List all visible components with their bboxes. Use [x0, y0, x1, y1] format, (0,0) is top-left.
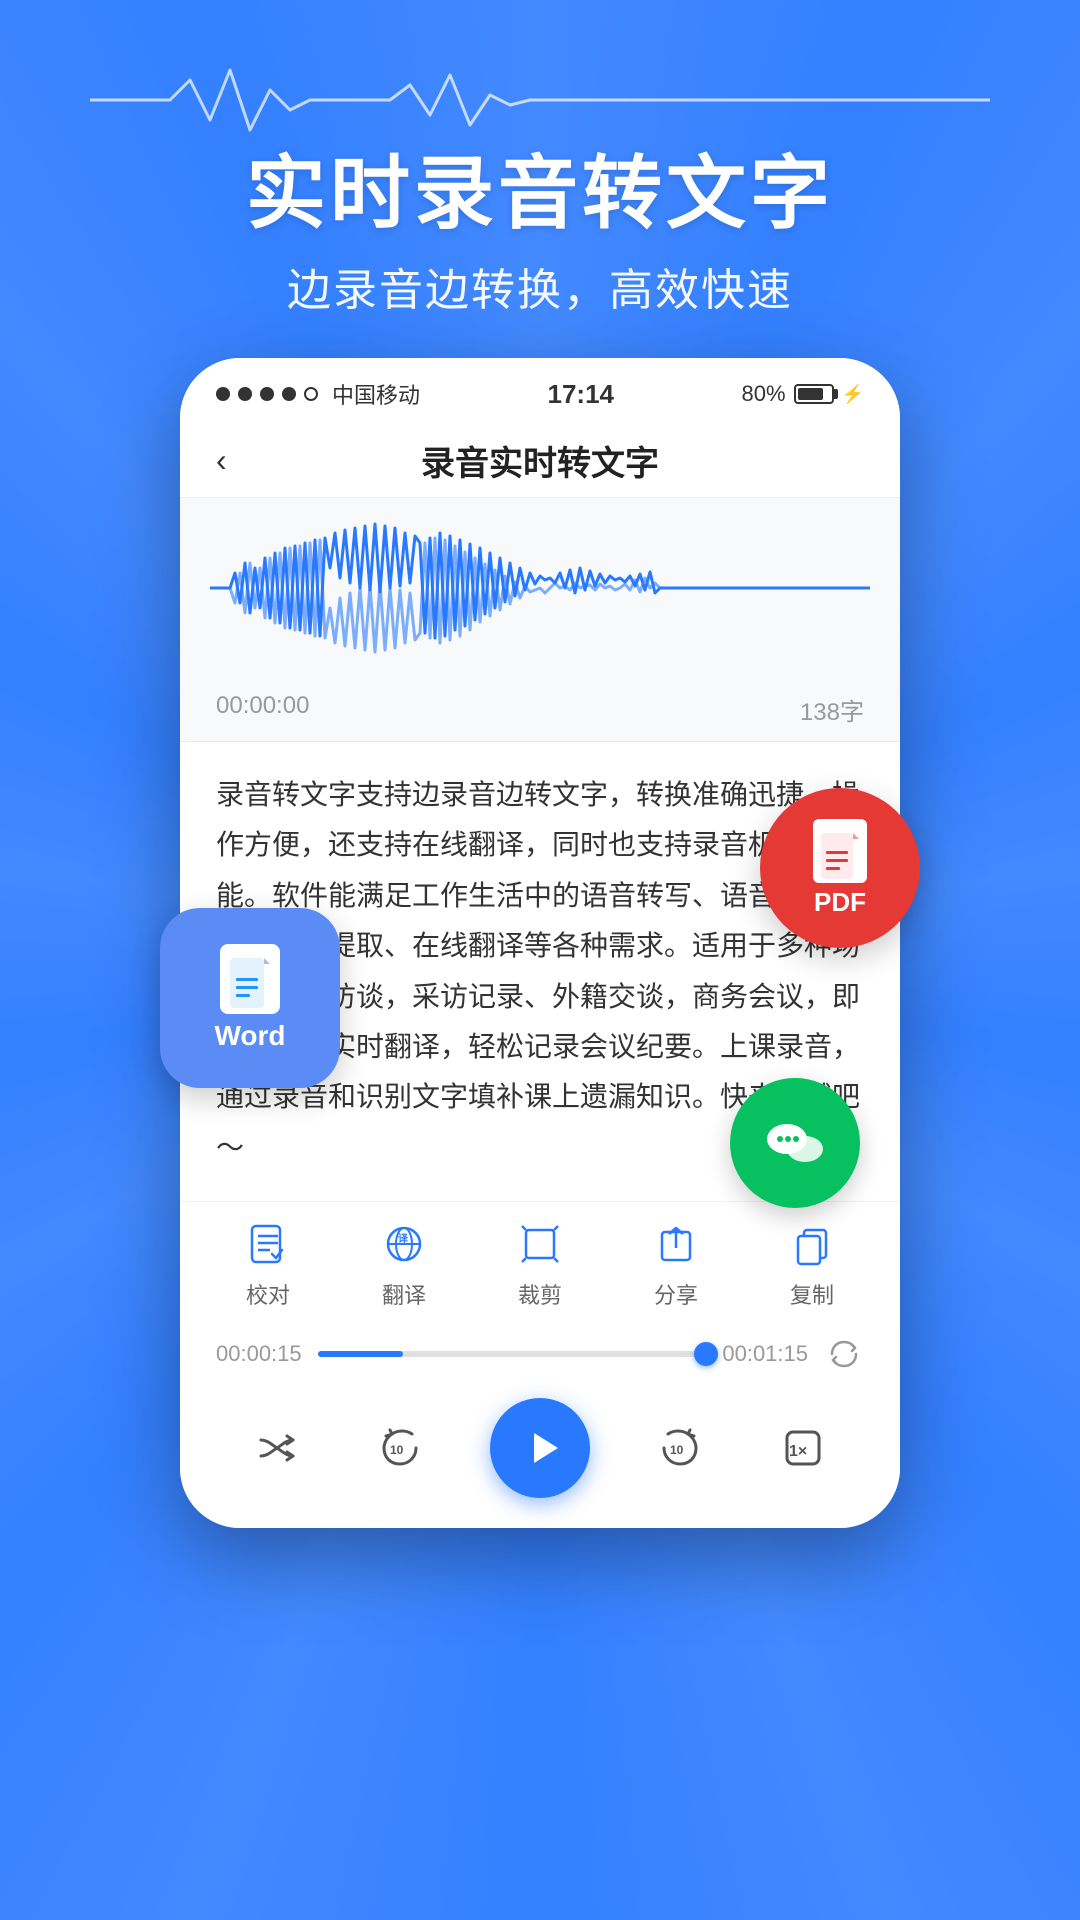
share-icon [650, 1218, 702, 1270]
copy-icon [786, 1218, 838, 1270]
loop-icon[interactable] [824, 1334, 864, 1374]
hero-section: 实时录音转文字 边录音边转换，高效快速 [0, 0, 1080, 318]
tool-copy[interactable]: 复制 [786, 1218, 838, 1310]
waveform-area [180, 498, 900, 678]
play-button[interactable] [490, 1398, 590, 1498]
tool-copy-label: 复制 [790, 1278, 834, 1310]
timer-row: 00:00:00 138字 [180, 678, 900, 742]
app-title: 录音实时转文字 [421, 436, 659, 485]
pdf-badge[interactable]: PDF [760, 788, 920, 948]
battery-percent: 80% [742, 381, 786, 407]
recording-timer: 00:00:00 [216, 692, 309, 727]
word-badge[interactable]: Word [160, 908, 340, 1088]
pdf-doc-icon [813, 819, 867, 883]
progress-time-end: 00:01:15 [722, 1341, 808, 1367]
tool-crop[interactable]: 裁剪 [514, 1218, 566, 1310]
pdf-badge-label: PDF [814, 887, 866, 918]
tool-translate-label: 翻译 [382, 1278, 426, 1310]
forward-10s-button[interactable]: 10 [648, 1416, 712, 1480]
signal-dot-4 [282, 387, 296, 401]
tool-proofread-label: 校对 [246, 1278, 290, 1310]
signal-area: 中国移动 [216, 378, 420, 410]
battery-icon [794, 384, 834, 404]
tool-share-label: 分享 [654, 1278, 698, 1310]
playback-controls: 10 10 [180, 1388, 900, 1528]
signal-dot-5 [304, 387, 318, 401]
char-count: 138字 [800, 692, 864, 727]
app-header: ‹ 录音实时转文字 [180, 420, 900, 498]
wechat-badge[interactable] [730, 1078, 860, 1208]
progress-thumb[interactable] [694, 1342, 718, 1366]
signal-dot-3 [260, 387, 274, 401]
tool-share[interactable]: 分享 [650, 1218, 702, 1310]
edit-check-icon [242, 1218, 294, 1270]
phone-mockup-container: Word PDF [0, 358, 1080, 1528]
signal-dot-1 [216, 387, 230, 401]
wechat-icon [755, 1103, 835, 1183]
time-display: 17:14 [548, 379, 615, 410]
carrier-label: 中国移动 [332, 378, 420, 410]
progress-area: 00:00:15 00:01:15 [180, 1320, 900, 1388]
svg-text:10: 10 [670, 1443, 684, 1457]
rewind-10s-button[interactable]: 10 [368, 1416, 432, 1480]
charging-icon: ⚡ [842, 384, 864, 405]
progress-time-start: 00:00:15 [216, 1341, 302, 1367]
tool-crop-label: 裁剪 [518, 1278, 562, 1310]
heartbeat-decoration [0, 60, 1080, 140]
waveform-svg [210, 518, 870, 658]
tool-proofread[interactable]: 校对 [242, 1218, 294, 1310]
hero-subtitle: 边录音边转换，高效快速 [0, 254, 1080, 318]
speed-button[interactable]: 1× [771, 1416, 835, 1480]
progress-track[interactable] [318, 1351, 707, 1357]
battery-area: 80% ⚡ [742, 381, 864, 407]
signal-dot-2 [238, 387, 252, 401]
svg-text:译: 译 [398, 1232, 409, 1245]
back-button[interactable]: ‹ [216, 442, 227, 479]
svg-text:1×: 1× [789, 1443, 807, 1460]
svg-text:10: 10 [390, 1443, 404, 1457]
translate-icon: 译 [378, 1218, 430, 1270]
crop-icon [514, 1218, 566, 1270]
word-badge-label: Word [214, 1020, 285, 1052]
hero-title: 实时录音转文字 [0, 150, 1080, 238]
tool-translate[interactable]: 译 翻译 [378, 1218, 430, 1310]
status-bar: 中国移动 17:14 80% ⚡ [180, 358, 900, 420]
word-doc-icon [220, 944, 280, 1014]
shuffle-button[interactable] [245, 1416, 309, 1480]
battery-fill [798, 388, 824, 400]
progress-fill [318, 1351, 404, 1357]
bottom-toolbar: 校对 译 翻译 [180, 1201, 900, 1320]
